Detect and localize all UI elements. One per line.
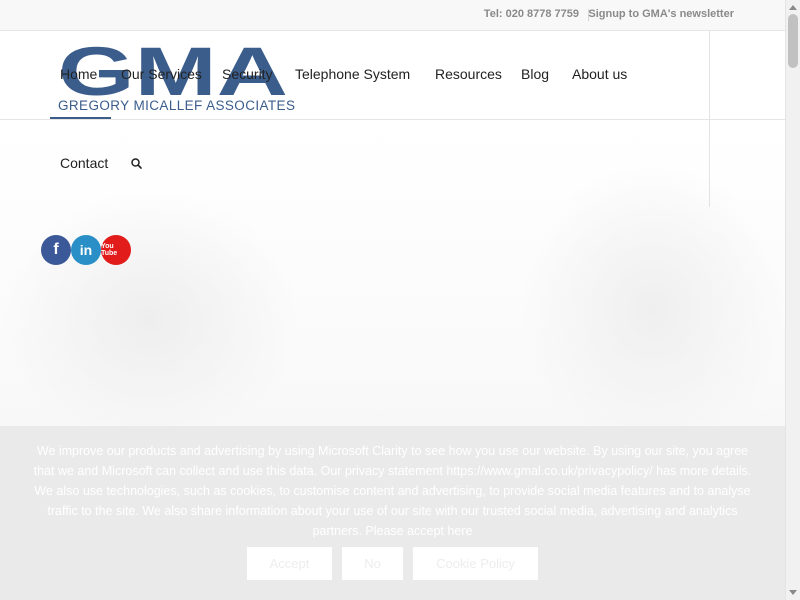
cookie-decline-button[interactable]: No xyxy=(342,547,403,580)
header-divider xyxy=(709,31,710,207)
nav-blog[interactable]: Blog xyxy=(521,66,549,82)
nav-home[interactable]: Home xyxy=(60,66,97,82)
scroll-up-arrow-icon[interactable] xyxy=(789,5,797,10)
logo-subtitle: GREGORY MICALLEF ASSOCIATES xyxy=(58,98,296,113)
linkedin-icon[interactable]: in xyxy=(71,235,101,265)
phone-number-link[interactable]: Tel: 020 8778 7759 xyxy=(484,8,579,20)
cookie-policy-button[interactable]: Cookie Policy xyxy=(413,547,538,580)
youtube-icon[interactable]: You Tube xyxy=(101,235,131,265)
newsletter-signup-link[interactable]: Signup to GMA's newsletter xyxy=(588,8,734,20)
nav-telephone-system[interactable]: Telephone System xyxy=(295,66,410,82)
page-scrollbar[interactable] xyxy=(785,0,800,600)
search-icon[interactable] xyxy=(130,157,144,171)
cookie-accept-button[interactable]: Accept xyxy=(247,547,332,580)
nav-resources[interactable]: Resources xyxy=(435,66,502,82)
youtube-glyph: You Tube xyxy=(101,243,118,257)
nav-about-us[interactable]: About us xyxy=(572,66,627,82)
scrollbar-thumb[interactable] xyxy=(788,14,798,68)
facebook-icon[interactable]: f xyxy=(41,235,71,265)
top-bar: Tel: 020 8778 7759 Signup to GMA's newsl… xyxy=(0,0,785,31)
nav-our-services[interactable]: Our Services xyxy=(121,66,202,82)
nav-contact[interactable]: Contact xyxy=(60,155,108,171)
cookie-message: We improve our products and advertising … xyxy=(33,444,752,538)
linkedin-glyph: in xyxy=(79,242,93,258)
cookie-banner: We improve our products and advertising … xyxy=(0,426,785,600)
hero-blur-left xyxy=(0,190,300,450)
nav-security[interactable]: Security xyxy=(222,66,273,82)
hero-blur-right xyxy=(520,160,785,460)
nav-active-indicator xyxy=(50,117,111,119)
scroll-down-arrow-icon[interactable] xyxy=(789,590,797,595)
facebook-glyph: f xyxy=(53,241,59,258)
